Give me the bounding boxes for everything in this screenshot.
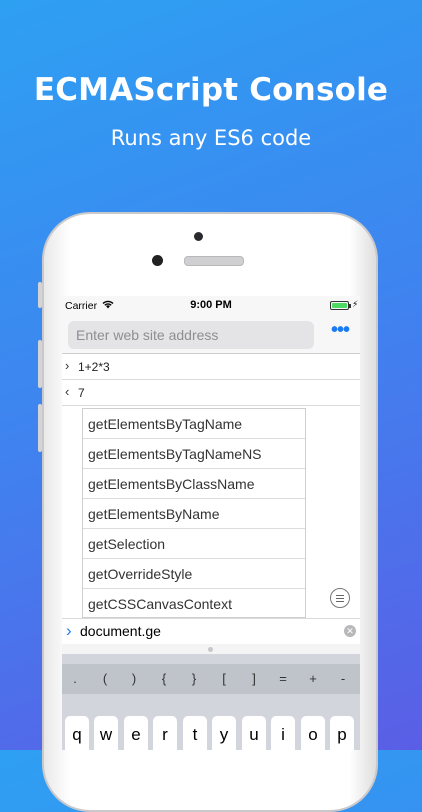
- url-input[interactable]: Enter web site address: [68, 321, 314, 349]
- history-list-icon[interactable]: [330, 588, 350, 608]
- console-input-row: › document.ge ✕: [62, 618, 360, 644]
- console-input-text: 1+2*3: [78, 360, 110, 374]
- key-w[interactable]: w: [94, 716, 118, 750]
- status-bar: Carrier 9:00 PM ⚡: [62, 296, 360, 316]
- app-screen: Carrier 9:00 PM ⚡ Enter web site address…: [62, 296, 360, 750]
- ellipsis-icon[interactable]: •••: [326, 320, 354, 346]
- volume-up-button: [38, 340, 42, 388]
- key-t[interactable]: t: [183, 716, 207, 750]
- clear-icon[interactable]: ✕: [344, 625, 356, 637]
- symbol-key[interactable]: =: [274, 671, 292, 686]
- suggestion-item[interactable]: getOverrideStyle: [83, 559, 305, 589]
- chevron-right-icon: ›: [65, 358, 70, 373]
- speaker-grille: [184, 256, 244, 266]
- promo-subline: Runs any ES6 code: [110, 126, 312, 150]
- prompt-chevron-icon: ›: [66, 621, 72, 640]
- status-time: 9:00 PM: [190, 299, 232, 311]
- symbol-key[interactable]: }: [185, 671, 203, 686]
- camera-icon: [194, 232, 203, 241]
- symbol-key[interactable]: [: [215, 671, 233, 686]
- keyboard: . ( ) { } [ ] = + - q w e r t y u i o p: [62, 654, 360, 750]
- promo-headline: ECMAScript Console: [33, 72, 389, 108]
- console-result: ‹ 7: [62, 380, 360, 406]
- symbol-key[interactable]: (: [96, 671, 114, 686]
- symbol-key[interactable]: ]: [245, 671, 263, 686]
- suggestion-item[interactable]: getElementsByTagNameNS: [83, 439, 305, 469]
- chevron-left-icon: ‹: [65, 384, 70, 399]
- console-input-field[interactable]: document.ge: [80, 623, 161, 639]
- address-bar: Enter web site address •••: [62, 316, 360, 354]
- battery-icon: [330, 301, 349, 310]
- suggestion-item[interactable]: getElementsByClassName: [83, 469, 305, 499]
- symbol-bar: . ( ) { } [ ] = + -: [62, 664, 360, 694]
- volume-down-button: [38, 404, 42, 452]
- console-output-text: 7: [78, 386, 85, 400]
- mute-switch: [38, 282, 42, 308]
- key-i[interactable]: i: [271, 716, 295, 750]
- key-r[interactable]: r: [153, 716, 177, 750]
- suggestion-item[interactable]: getElementsByTagName: [83, 409, 305, 439]
- key-e[interactable]: e: [124, 716, 148, 750]
- charging-icon: ⚡: [352, 299, 359, 309]
- symbol-key[interactable]: {: [155, 671, 173, 686]
- key-u[interactable]: u: [242, 716, 266, 750]
- autocomplete-list: getElementsByTagName getElementsByTagNam…: [82, 408, 306, 618]
- front-camera-icon: [152, 255, 163, 266]
- drag-handle[interactable]: [62, 644, 360, 654]
- suggestion-item[interactable]: getSelection: [83, 529, 305, 559]
- key-q[interactable]: q: [65, 716, 89, 750]
- suggestion-item[interactable]: getCSSCanvasContext: [83, 589, 305, 619]
- battery-tip: [349, 304, 351, 308]
- suggestion-item[interactable]: getElementsByName: [83, 499, 305, 529]
- key-y[interactable]: y: [212, 716, 236, 750]
- key-o[interactable]: o: [301, 716, 325, 750]
- symbol-key[interactable]: -: [334, 671, 352, 686]
- symbol-key[interactable]: .: [66, 671, 84, 686]
- symbol-key[interactable]: +: [304, 671, 322, 686]
- console-entry: › 1+2*3: [62, 354, 360, 380]
- symbol-key[interactable]: ): [125, 671, 143, 686]
- key-p[interactable]: p: [330, 716, 354, 750]
